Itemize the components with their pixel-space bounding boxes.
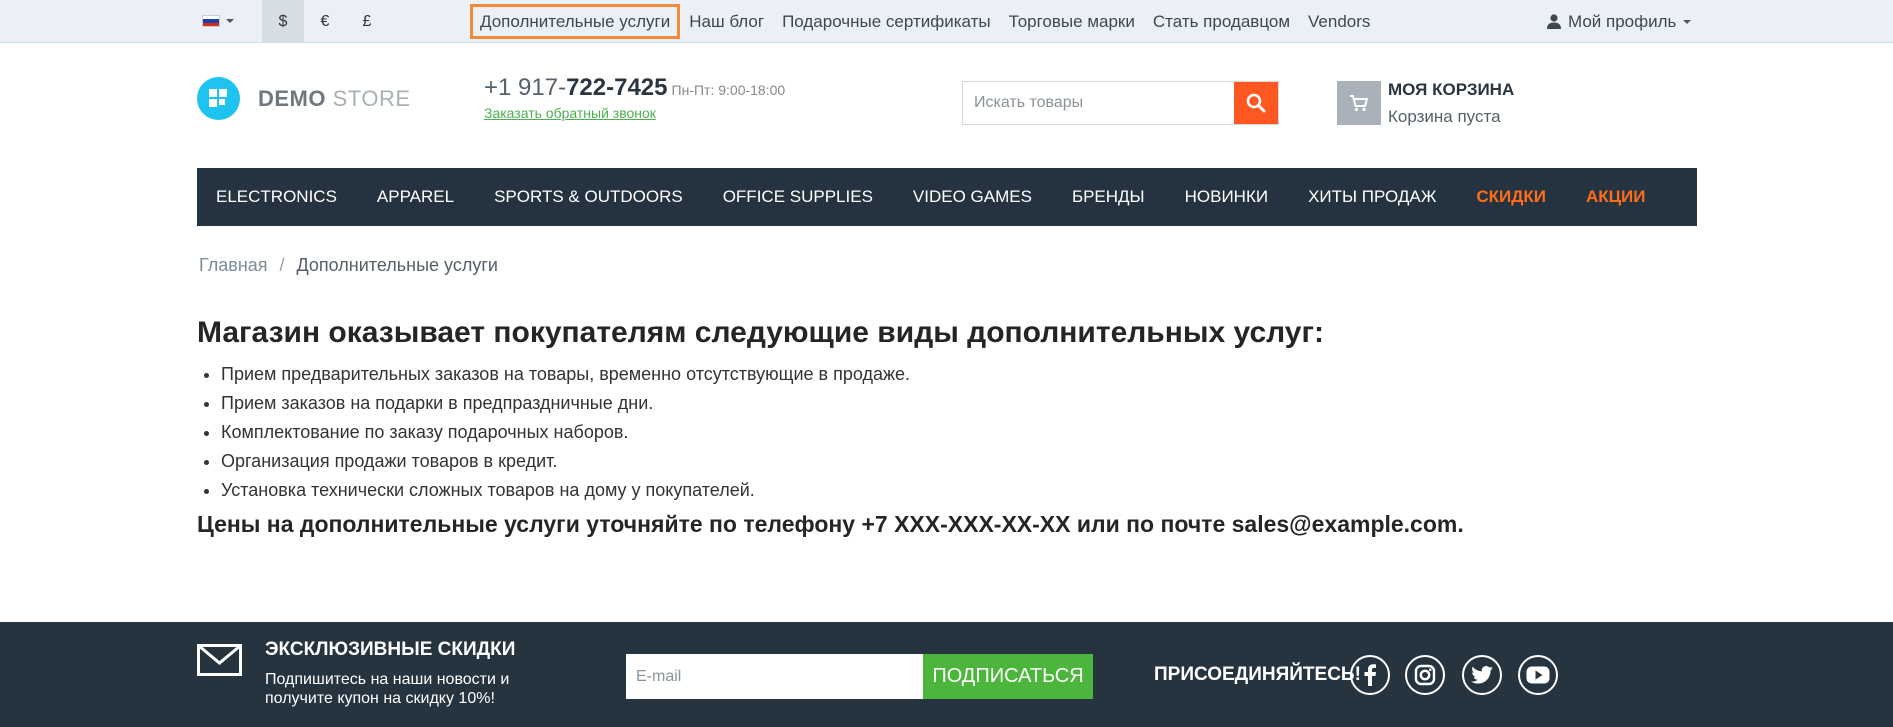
nav-video-games[interactable]: VIDEO GAMES	[913, 187, 1032, 207]
email-field[interactable]	[626, 654, 923, 699]
toplink-gift-certificates[interactable]: Подарочные сертификаты	[773, 4, 1000, 39]
logo-text: DEMO STORE	[258, 85, 411, 111]
prices-note: Цены на дополнительные услуги уточняйте …	[197, 511, 1464, 537]
search-bar	[962, 81, 1279, 125]
nav-new-arrivals[interactable]: НОВИНКИ	[1185, 187, 1268, 207]
toplink-become-seller[interactable]: Стать продавцом	[1144, 4, 1299, 39]
chevron-down-icon	[226, 19, 234, 23]
breadcrumb-separator: /	[279, 255, 285, 275]
list-item: Прием предварительных заказов на товары,…	[221, 360, 1697, 389]
chevron-down-icon	[1683, 19, 1692, 24]
join-label: ПРИСОЕДИНЯЙТЕСЬ!	[1154, 664, 1361, 685]
nav-brands[interactable]: БРЕНДЫ	[1072, 187, 1145, 207]
nav-electronics[interactable]: ELECTRONICS	[216, 187, 337, 207]
youtube-icon[interactable]	[1518, 655, 1558, 695]
russian-flag-icon	[202, 15, 220, 27]
profile-label: Мой профиль	[1568, 11, 1677, 31]
services-list: Прием предварительных заказов на товары,…	[197, 360, 1697, 505]
list-item: Прием заказов на подарки в предпраздничн…	[221, 389, 1697, 418]
cart-icon	[1350, 95, 1368, 112]
nav-discounts[interactable]: СКИДКИ	[1476, 187, 1546, 207]
top-links: Дополнительные услуги Наш блог Подарочны…	[470, 0, 1379, 43]
cart-status: Корзина пуста	[1388, 107, 1501, 126]
mail-icon	[197, 644, 242, 676]
breadcrumb: Главная / Дополнительные услуги	[199, 255, 498, 276]
twitter-icon[interactable]	[1462, 655, 1502, 695]
instagram-icon[interactable]	[1405, 655, 1445, 695]
currency-gbp[interactable]: £	[346, 0, 388, 43]
nav-sports-outdoors[interactable]: SPORTS & OUTDOORS	[494, 187, 683, 207]
search-button[interactable]	[1234, 82, 1278, 124]
logo-icon	[197, 77, 240, 120]
cart-title: МОЯ КОРЗИНА	[1388, 80, 1515, 99]
profile-menu[interactable]: Мой профиль	[1547, 0, 1692, 43]
phone-number: +1 917-722-7425	[484, 74, 668, 101]
search-icon	[1246, 93, 1266, 113]
toplink-additional-services[interactable]: Дополнительные услуги	[470, 4, 681, 39]
working-hours: Пн-Пт: 9:00-18:00	[671, 82, 786, 98]
currency-usd[interactable]: $	[262, 0, 304, 43]
list-item: Комплектование по заказу подарочных набо…	[221, 418, 1697, 447]
nav-apparel[interactable]: APPAREL	[377, 187, 454, 207]
logo[interactable]: DEMO STORE	[197, 77, 411, 120]
newsletter-title: ЭКСКЛЮЗИВНЫЕ СКИДКИ	[265, 639, 516, 660]
breadcrumb-home[interactable]: Главная	[199, 255, 268, 276]
breadcrumb-current: Дополнительные услуги	[296, 255, 498, 275]
list-item: Организация продажи товаров в кредит.	[221, 447, 1697, 476]
search-input[interactable]	[963, 82, 1234, 124]
nav-office-supplies[interactable]: OFFICE SUPPLIES	[723, 187, 873, 207]
phone-line: +1 917-722-7425 Пн-Пт: 9:00-18:00	[484, 74, 785, 102]
toplink-blog[interactable]: Наш блог	[680, 4, 773, 39]
newsletter-description: Подпишитесь на наши новости и получите к…	[265, 671, 510, 707]
callback-link[interactable]: Заказать обратный звонок	[484, 105, 785, 121]
page-title: Магазин оказывает покупателям следующие …	[197, 316, 1324, 349]
nav-promotions[interactable]: АКЦИИ	[1586, 187, 1646, 207]
contact-block: +1 917-722-7425 Пн-Пт: 9:00-18:00 Заказат…	[484, 74, 785, 121]
list-item: Установка технически сложных товаров на …	[221, 476, 1697, 505]
facebook-icon[interactable]	[1350, 655, 1390, 695]
toplink-vendors[interactable]: Vendors	[1299, 4, 1379, 39]
cart-button[interactable]	[1337, 81, 1381, 125]
page-content: Магазин оказывает покупателям следующие …	[197, 313, 1697, 538]
cart-summary[interactable]: МОЯ КОРЗИНА Корзина пуста	[1388, 80, 1514, 127]
toplink-brands[interactable]: Торговые марки	[1000, 4, 1144, 39]
subscribe-button[interactable]: ПОДПИСАТЬСЯ	[923, 654, 1093, 699]
main-nav: ELECTRONICS APPAREL SPORTS & OUTDOORS OF…	[197, 168, 1697, 226]
language-selector[interactable]	[202, 13, 234, 29]
top-bar: $ € £ Дополнительные услуги Наш блог Под…	[0, 0, 1893, 43]
nav-bestsellers[interactable]: ХИТЫ ПРОДАЖ	[1308, 187, 1436, 207]
user-icon	[1547, 14, 1561, 29]
footer: ЭКСКЛЮЗИВНЫЕ СКИДКИ Подпишитесь на наши …	[0, 622, 1893, 727]
currency-eur[interactable]: €	[304, 0, 346, 43]
